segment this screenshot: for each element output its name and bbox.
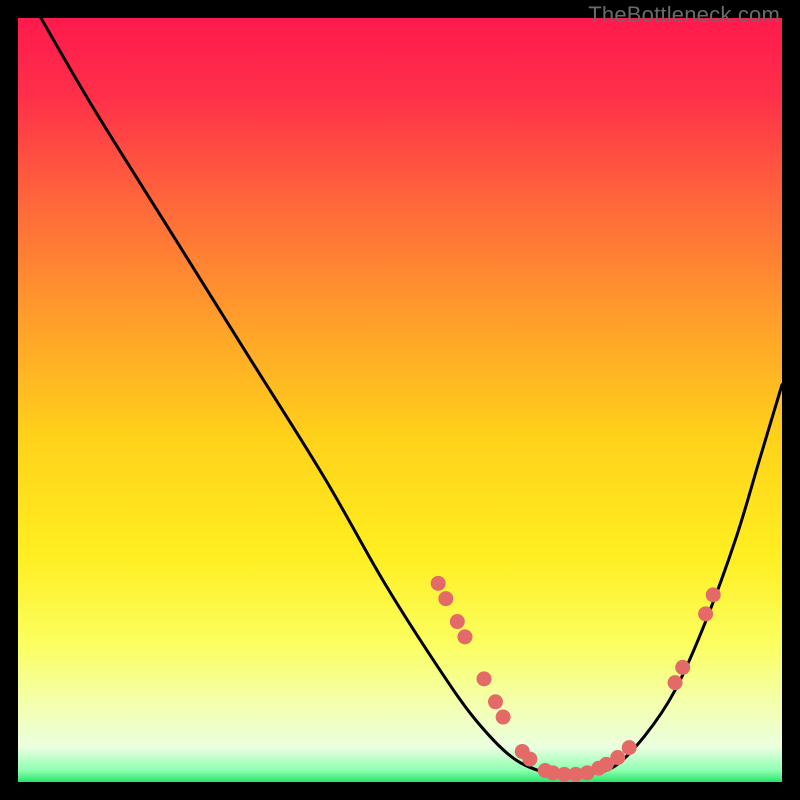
marker-point (706, 587, 721, 602)
marker-point (438, 591, 453, 606)
marker-point (488, 694, 503, 709)
marker-point (698, 606, 713, 621)
chart-frame (18, 18, 782, 782)
marker-point (675, 660, 690, 675)
gradient-background (18, 18, 782, 782)
watermark-text: TheBottleneck.com (588, 2, 780, 28)
bottleneck-chart (18, 18, 782, 782)
marker-point (431, 576, 446, 591)
marker-point (450, 614, 465, 629)
marker-point (457, 629, 472, 644)
marker-point (477, 671, 492, 686)
marker-point (522, 752, 537, 767)
marker-point (610, 750, 625, 765)
marker-point (496, 710, 511, 725)
marker-point (622, 740, 637, 755)
marker-point (668, 675, 683, 690)
